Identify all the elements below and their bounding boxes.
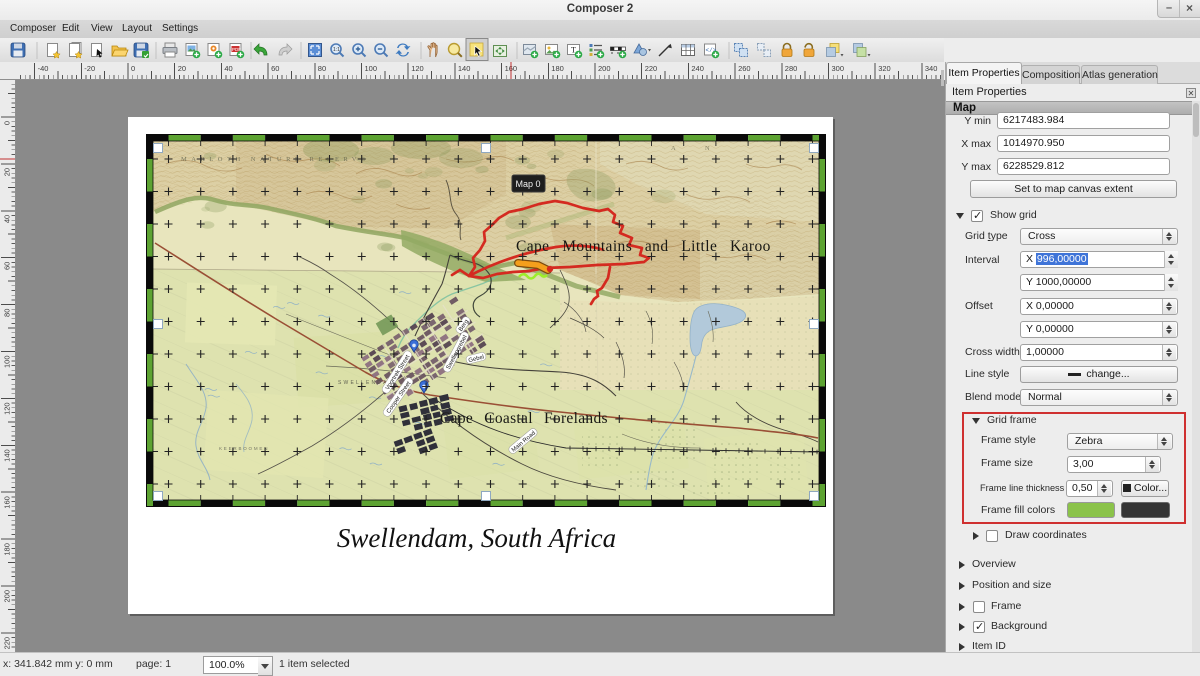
svg-text:MARLOTH NATURE RESERVE: MARLOTH NATURE RESERVE [181,156,369,163]
svg-text:140: 140 [458,64,471,73]
svg-text:300: 300 [832,64,845,73]
svg-text:1:1: 1:1 [333,47,340,53]
svg-text:220: 220 [3,637,12,650]
svg-text:0: 0 [131,64,135,73]
svg-text:40: 40 [224,64,232,73]
svg-text:60: 60 [271,64,279,73]
svg-text:260: 260 [738,64,751,73]
svg-text:A N: A N [671,145,724,152]
svg-text:200: 200 [598,64,611,73]
svg-text:160: 160 [3,496,12,509]
svg-text:80: 80 [3,309,12,317]
svg-text:80: 80 [318,64,326,73]
svg-text:200: 200 [3,590,12,603]
svg-text:KEERBOOMEN: KEERBOOMEN [219,446,269,451]
svg-text:-40: -40 [38,64,49,73]
svg-text:180: 180 [551,64,564,73]
svg-text:60: 60 [3,262,12,270]
svg-text:140: 140 [3,449,12,462]
svg-text:0: 0 [3,121,12,125]
svg-text:Cape Mountains and Little Karo: Cape Mountains and Little Karoo [516,238,771,255]
svg-text:Map 0: Map 0 [515,179,540,189]
svg-text:20: 20 [3,168,12,176]
svg-text:20: 20 [178,64,186,73]
svg-text:40: 40 [3,215,12,223]
svg-text:120: 120 [3,402,12,415]
svg-text:-20: -20 [84,64,95,73]
svg-text:180: 180 [3,543,12,556]
svg-text:100: 100 [365,64,378,73]
svg-text:120: 120 [411,64,424,73]
svg-text:280: 280 [785,64,798,73]
svg-text:340: 340 [925,64,938,73]
svg-text:240: 240 [691,64,704,73]
svg-text:220: 220 [645,64,658,73]
svg-text:320: 320 [878,64,891,73]
svg-text:100: 100 [3,356,12,369]
